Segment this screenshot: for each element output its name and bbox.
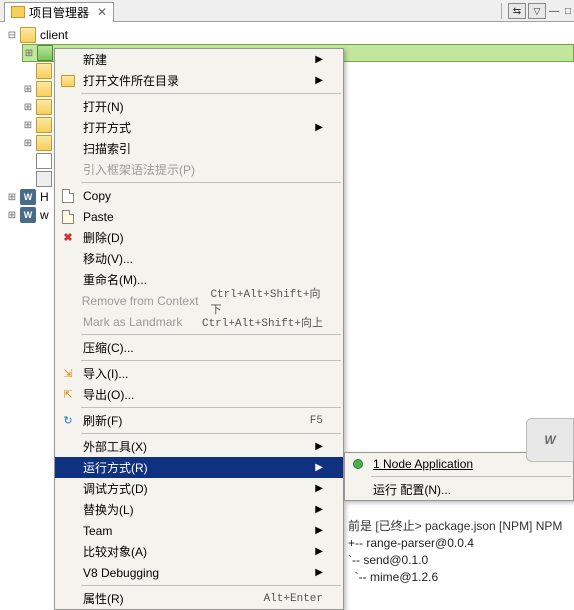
copy-icon (59, 188, 77, 204)
menu-copy[interactable]: Copy (55, 185, 343, 206)
minimize-view-button[interactable]: — (548, 5, 560, 17)
delete-icon: ✖ (59, 230, 77, 246)
menu-compress[interactable]: 压缩(C)... (55, 337, 343, 358)
menu-run-as[interactable]: 运行方式(R)▶ (55, 457, 343, 478)
menu-remove-context: Remove from ContextCtrl+Alt+Shift+向下 (55, 290, 343, 311)
menu-refresh[interactable]: ↻刷新(F)F5 (55, 410, 343, 431)
menu-debug-as[interactable]: 调试方式(D)▶ (55, 478, 343, 499)
menu-export[interactable]: ⇱导出(O)... (55, 384, 343, 405)
menu-delete[interactable]: ✖删除(D) (55, 227, 343, 248)
folder-icon (36, 63, 52, 79)
maximize-view-button[interactable]: □ (562, 5, 574, 17)
view-toolbar: ⇆ ▽ — □ (497, 0, 574, 22)
tree-label: w (40, 208, 49, 222)
refresh-icon: ↻ (59, 413, 77, 429)
menu-compare-with[interactable]: 比较对象(A)▶ (55, 541, 343, 562)
menu-properties[interactable]: 属性(R)Alt+Enter (55, 588, 343, 609)
w-icon: W (20, 189, 36, 205)
folder-icon (36, 135, 52, 151)
tree-root[interactable]: ⊟ client (6, 26, 574, 44)
folder-icon (37, 45, 53, 61)
menu-import[interactable]: ⇲导入(I)... (55, 363, 343, 384)
menu-move[interactable]: 移动(V)... (55, 248, 343, 269)
folder-icon (36, 81, 52, 97)
context-menu: 新建▶ 打开文件所在目录▶ 打开(N) 打开方式▶ 扫描索引 引入框架语法提示(… (54, 48, 344, 610)
link-editor-button[interactable]: ⇆ (508, 3, 526, 19)
project-icon (20, 27, 36, 43)
export-icon: ⇱ (59, 387, 77, 403)
view-menu-button[interactable]: ▽ (528, 3, 546, 19)
folder-icon (36, 99, 52, 115)
submenu-run-config[interactable]: 运行 配置(N)... (345, 479, 573, 500)
tab-bar: 项目管理器 ✕ ⇆ ▽ — □ (0, 0, 574, 22)
config-file-icon (36, 171, 52, 187)
tree-label: H (40, 190, 49, 204)
close-icon[interactable]: ✕ (97, 5, 107, 19)
menu-open[interactable]: 打开(N) (55, 96, 343, 117)
menu-replace-with[interactable]: 替换为(L)▶ (55, 499, 343, 520)
menu-paste[interactable]: Paste (55, 206, 343, 227)
collapse-icon[interactable]: ⊟ (6, 30, 18, 41)
menu-import-framework: 引入框架语法提示(P) (55, 159, 343, 180)
menu-scan-index[interactable]: 扫描索引 (55, 138, 343, 159)
project-explorer-tab[interactable]: 项目管理器 ✕ (4, 2, 114, 22)
menu-external-tools[interactable]: 外部工具(X)▶ (55, 436, 343, 457)
import-icon: ⇲ (59, 366, 77, 382)
menu-new[interactable]: 新建▶ (55, 49, 343, 70)
tree-label: client (40, 28, 68, 42)
console-line: `-- send@0.1.0 (348, 553, 428, 567)
paste-icon (59, 209, 77, 225)
w-icon: W (20, 207, 36, 223)
node-run-icon (349, 456, 367, 472)
console-output: 前是 [已终止> package.json [NPM] NPM +-- rang… (348, 502, 562, 586)
folder-open-icon (59, 73, 77, 89)
folder-icon (11, 6, 25, 18)
folder-icon (36, 117, 52, 133)
tab-label: 项目管理器 (29, 4, 89, 21)
console-line: +-- range-parser@0.0.4 (348, 536, 474, 550)
menu-team[interactable]: Team▶ (55, 520, 343, 541)
menu-open-folder[interactable]: 打开文件所在目录▶ (55, 70, 343, 91)
js-file-icon (36, 153, 52, 169)
menu-open-with[interactable]: 打开方式▶ (55, 117, 343, 138)
menu-mark-landmark: Mark as LandmarkCtrl+Alt+Shift+向上 (55, 311, 343, 332)
watermark-w: W (526, 418, 574, 462)
menu-v8-debugging[interactable]: V8 Debugging▶ (55, 562, 343, 583)
console-header: 前是 [已终止> package.json [NPM] NPM (348, 519, 562, 533)
